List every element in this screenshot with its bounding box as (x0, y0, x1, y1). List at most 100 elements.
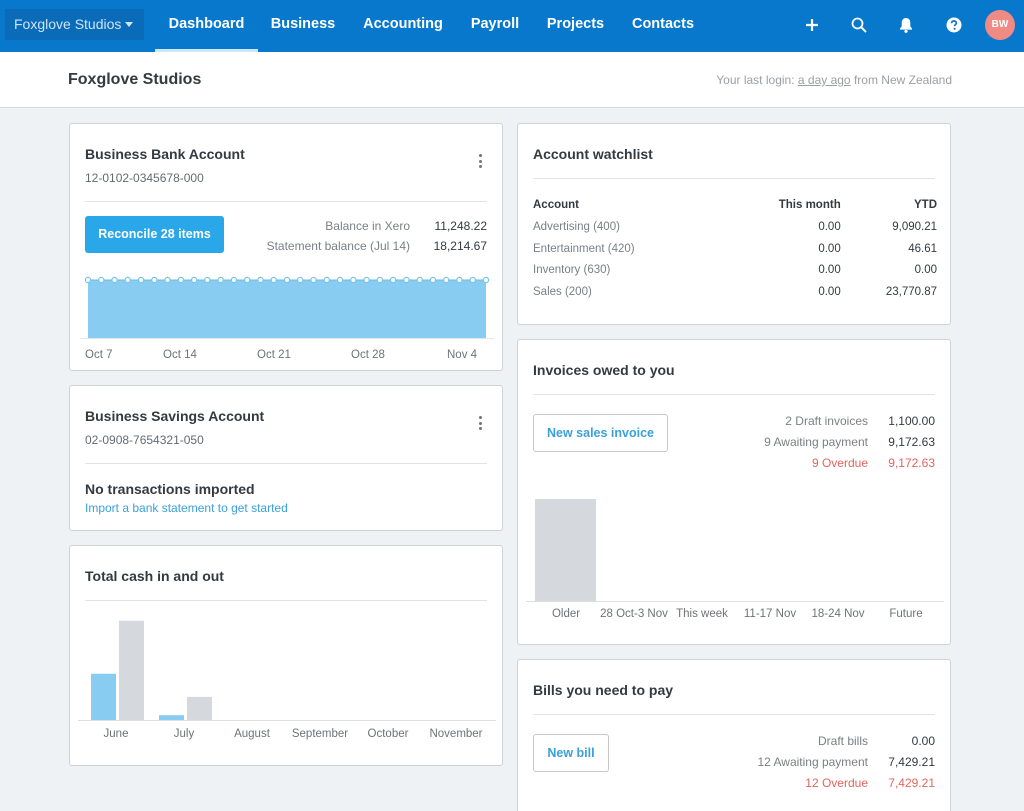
this-month-value: 0.00 (818, 220, 841, 233)
bills-awaiting-payment-label[interactable]: 12 Awaiting payment (757, 755, 868, 769)
new-sales-invoice-button[interactable]: New sales invoice (533, 414, 668, 452)
balance-point (283, 276, 291, 284)
nav-dashboard[interactable]: Dashboard (155, 0, 258, 52)
balance-point (137, 276, 145, 284)
balance-point (257, 276, 264, 284)
sub-header: Foxglove Studios Your last login: a day … (0, 52, 1024, 108)
bills-card: Bills you need to pay New bill Draft bil… (517, 659, 951, 811)
nav-accounting[interactable]: Accounting (354, 0, 452, 52)
org-switcher[interactable]: Foxglove Studios (5, 9, 144, 40)
ytd-value: 9,090.21 (892, 220, 937, 233)
bank-balance-chart (80, 276, 494, 339)
bar-cash-out (187, 696, 212, 720)
account-name[interactable]: Advertising (400) (533, 216, 724, 238)
divider (533, 394, 935, 395)
more-options-icon[interactable] (476, 153, 484, 169)
account-name[interactable]: Inventory (630) (533, 259, 724, 281)
x-tick-label: Oct 7 (85, 349, 113, 361)
balance-point (243, 276, 251, 284)
balance-point (230, 276, 238, 284)
balance-label: Balance in Xero (325, 219, 410, 233)
table-header-row: Account This month YTD (533, 194, 937, 216)
more-options-icon[interactable] (476, 415, 484, 431)
bar-cash-in (91, 673, 116, 720)
balance-point (429, 276, 437, 284)
divider (533, 178, 935, 179)
search-icon[interactable] (846, 12, 872, 38)
table-row[interactable]: Sales (200) 0.00 23,770.87 (533, 281, 937, 303)
last-login-prefix: Your last login: (716, 73, 795, 87)
nav-payroll[interactable]: Payroll (462, 0, 528, 52)
overdue-value: 9,172.63 (888, 456, 935, 470)
account-watchlist-card: Account watchlist Account This month YTD… (517, 123, 951, 325)
divider (85, 600, 487, 601)
last-login-link[interactable]: a day ago (798, 73, 851, 87)
balance-point (482, 276, 490, 284)
table-row[interactable]: Entertainment (420) 0.00 46.61 (533, 238, 937, 260)
invoices-title: Invoices owed to you (533, 362, 675, 378)
plus-icon[interactable] (799, 12, 825, 38)
balance-point (456, 276, 463, 284)
nav-business[interactable]: Business (262, 0, 344, 52)
divider (85, 463, 487, 464)
balance-point (403, 276, 410, 284)
balance-point (151, 276, 158, 284)
balance-point (164, 276, 171, 284)
cash-in-out-title: Total cash in and out (85, 568, 224, 584)
column-header-ytd: YTD (914, 199, 937, 211)
savings-account-title[interactable]: Business Savings Account (85, 408, 264, 424)
draft-invoices-label[interactable]: 2 Draft invoices (785, 414, 868, 428)
balance-point (217, 276, 224, 284)
user-avatar[interactable]: BW (985, 10, 1015, 40)
balance-point (443, 276, 450, 284)
top-nav: Foxglove Studios Dashboard Business Acco… (0, 0, 1024, 52)
bills-title: Bills you need to pay (533, 682, 674, 698)
bell-icon[interactable] (893, 12, 919, 38)
overdue-label[interactable]: 9 Overdue (812, 456, 868, 470)
x-tick-label: Oct 21 (257, 349, 291, 361)
import-statement-link[interactable]: Import a bank statement to get started (85, 501, 288, 515)
org-switcher-label: Foxglove Studios (14, 16, 122, 32)
balance-point (204, 276, 211, 284)
no-transactions-title: No transactions imported (85, 481, 255, 497)
balance-point (469, 276, 476, 284)
awaiting-payment-value: 9,172.63 (888, 435, 935, 449)
draft-bills-label[interactable]: Draft bills (818, 734, 868, 748)
x-tick-label: Nov 4 (447, 349, 478, 361)
balance-point (310, 276, 317, 284)
ytd-value: 0.00 (914, 264, 937, 277)
table-row[interactable]: Inventory (630) 0.00 0.00 (533, 259, 937, 281)
cash-in-out-chart (78, 620, 496, 721)
balance-point (336, 276, 344, 284)
x-tick-label: Oct 14 (163, 349, 197, 361)
balance-point (84, 276, 92, 284)
invoices-aging-chart (526, 499, 944, 602)
bank-account-title[interactable]: Business Bank Account (85, 146, 245, 162)
balance-point (363, 276, 370, 284)
balance-point (376, 276, 384, 284)
new-bill-button[interactable]: New bill (533, 734, 609, 772)
savings-account-card: Business Savings Account 02-0908-7654321… (69, 385, 503, 531)
statement-balance-label: Statement balance (Jul 14) (266, 239, 410, 253)
account-name[interactable]: Sales (200) (533, 281, 724, 303)
bills-awaiting-payment-value: 7,429.21 (888, 755, 935, 769)
balance-point (270, 276, 277, 284)
balance-area (88, 280, 486, 338)
reconcile-button[interactable]: Reconcile 28 items (85, 216, 224, 253)
page-title: Foxglove Studios (68, 71, 202, 88)
x-tick-label: November (429, 728, 483, 740)
ytd-value: 23,770.87 (885, 285, 937, 298)
divider (85, 201, 487, 202)
account-name[interactable]: Entertainment (420) (533, 238, 724, 260)
cash-in-out-card: Total cash in and out June July August Sept… (69, 545, 503, 766)
bills-overdue-label[interactable]: 12 Overdue (805, 776, 868, 790)
nav-projects[interactable]: Projects (538, 0, 613, 52)
balance-point (350, 276, 357, 284)
table-row[interactable]: Advertising (400) 0.00 9,090.21 (533, 216, 937, 238)
balance-point (416, 276, 423, 284)
awaiting-payment-label[interactable]: 9 Awaiting payment (764, 435, 868, 449)
balance-point (124, 276, 132, 284)
help-icon[interactable] (941, 12, 967, 38)
balance-point (98, 276, 105, 284)
nav-contacts[interactable]: Contacts (623, 0, 703, 52)
